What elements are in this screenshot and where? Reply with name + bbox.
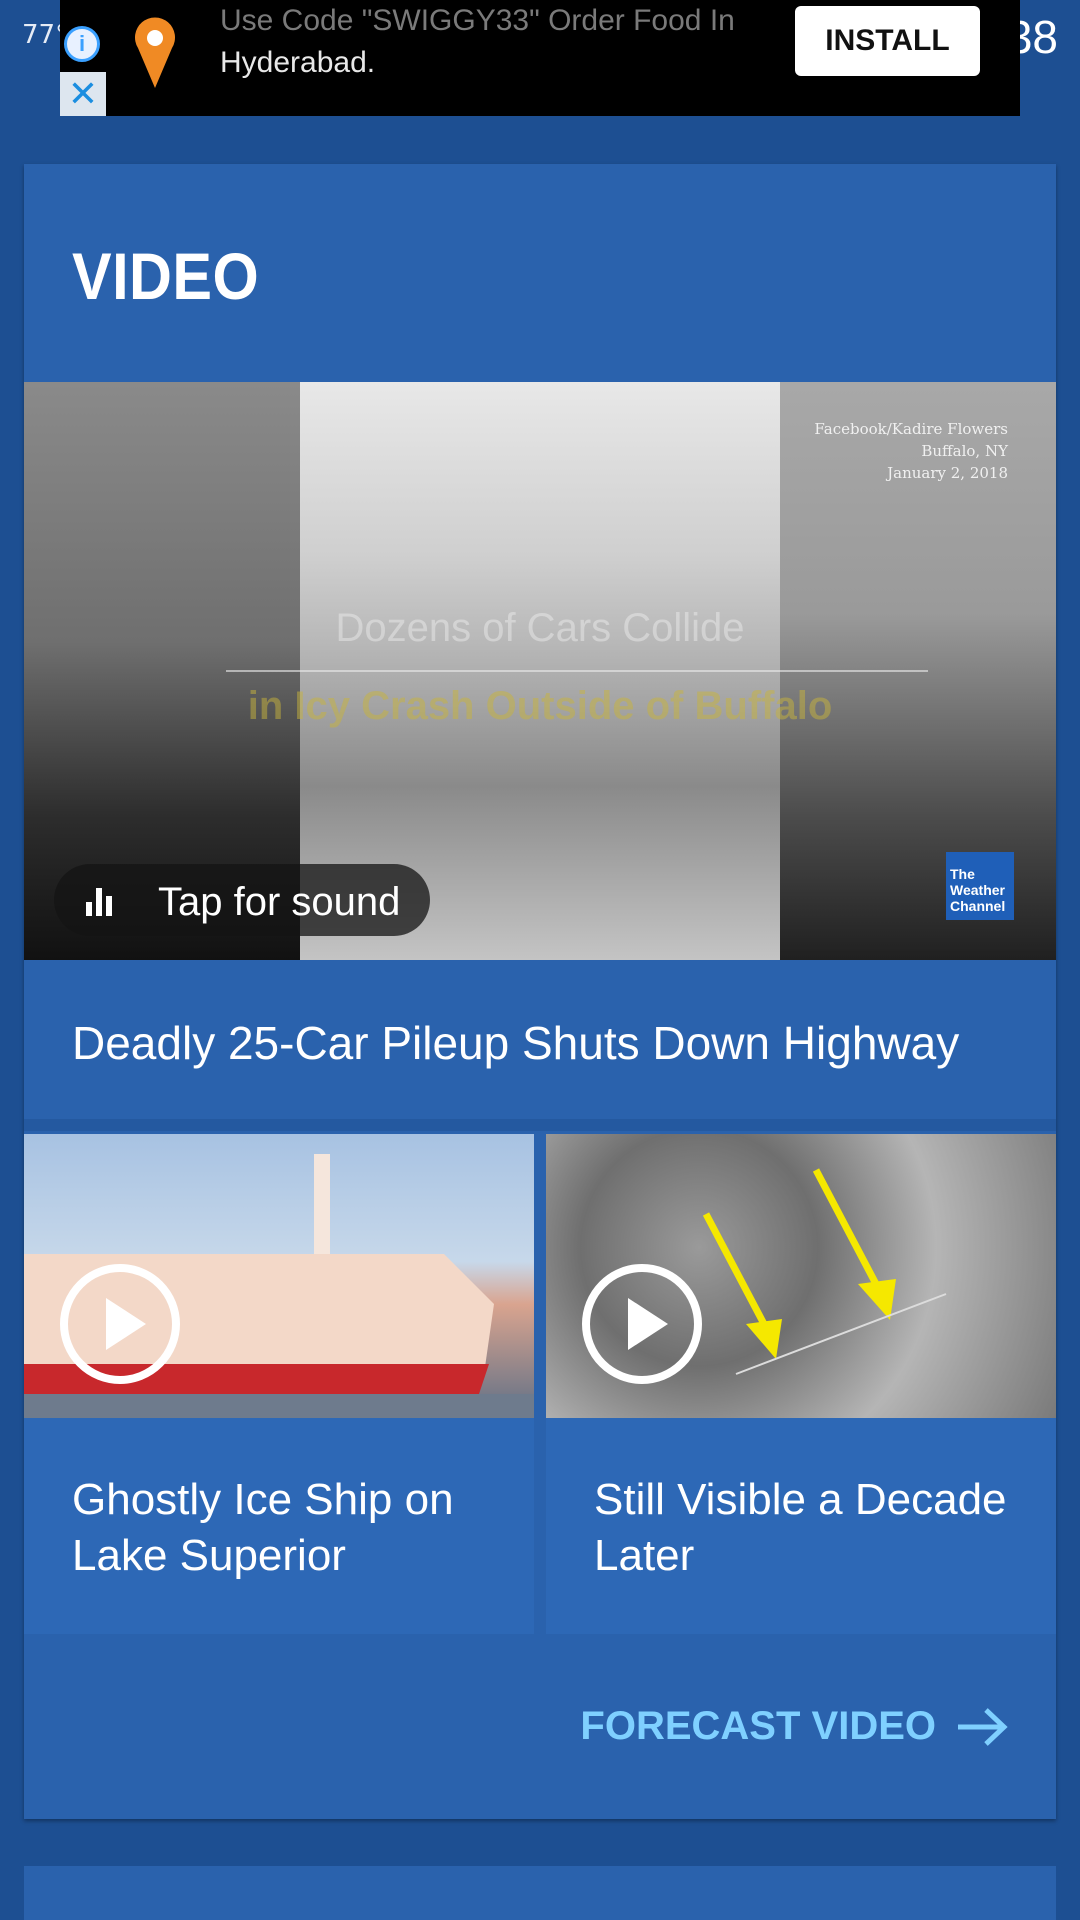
ad-text: Use Code "SWIGGY33" Order Food In Hydera… (220, 0, 735, 84)
tap-for-sound-label: Tap for sound (158, 880, 401, 924)
location-pin-icon (135, 17, 175, 88)
play-icon[interactable] (582, 1264, 702, 1384)
arrow-right-icon (958, 1707, 1008, 1746)
hero-caption-line2: in Icy Crash Outside of Buffalo (247, 684, 833, 728)
hero-caption-divider (226, 670, 928, 672)
credit-source: Facebook/Kadire Flowers (814, 420, 1008, 438)
video-tile-still-visible[interactable]: Still Visible a Decade Later (546, 1134, 1056, 1634)
hero-credit: Facebook/Kadire Flowers Buffalo, NY Janu… (814, 418, 1008, 484)
video-thumbnail[interactable] (546, 1134, 1056, 1418)
hero-video-player[interactable]: Facebook/Kadire Flowers Buffalo, NY Janu… (24, 382, 1056, 960)
video-tile-ice-ship[interactable]: Ghostly Ice Ship on Lake Superior (24, 1134, 534, 1634)
forecast-video-label: FORECAST VIDEO (580, 1704, 936, 1748)
hero-headline-link[interactable]: Deadly 25-Car Pileup Shuts Down Highway (72, 1016, 959, 1070)
hero-caption-line1: Dozens of Cars Collide (335, 606, 745, 650)
volume-bars-icon (86, 888, 114, 916)
ad-info-icon[interactable]: i (64, 26, 100, 62)
ad-install-button[interactable]: INSTALL (795, 6, 980, 76)
video-card: VIDEO Facebook/Kadire Flowers Buffalo, N… (24, 164, 1056, 1819)
section-title: VIDEO (72, 239, 260, 313)
video-tile-title: Still Visible a Decade Later (594, 1475, 1007, 1580)
play-icon[interactable] (60, 1264, 180, 1384)
logo-line1: The (950, 866, 975, 882)
credit-location: Buffalo, NY (921, 442, 1008, 460)
video-thumbnail[interactable] (24, 1134, 534, 1418)
tap-for-sound-button[interactable]: Tap for sound (54, 864, 430, 936)
ad-close-button[interactable]: ✕ (60, 72, 106, 116)
credit-date: January 2, 2018 (887, 464, 1008, 482)
forecast-video-link[interactable]: FORECAST VIDEO (580, 1704, 1008, 1749)
ad-text-line2: Hyderabad. (220, 46, 376, 79)
divider (24, 1119, 1056, 1131)
next-card (24, 1866, 1056, 1920)
video-tile-title: Ghostly Ice Ship on Lake Superior (72, 1475, 454, 1580)
ad-banner[interactable]: i ✕ Use Code "SWIGGY33" Order Food In Hy… (60, 0, 1020, 116)
weather-channel-logo: The Weather Channel (946, 852, 1014, 920)
ad-text-line1: Use Code "SWIGGY33" Order Food In (220, 4, 735, 37)
logo-line3: Channel (950, 898, 1006, 914)
logo-line2: Weather (950, 882, 1005, 898)
